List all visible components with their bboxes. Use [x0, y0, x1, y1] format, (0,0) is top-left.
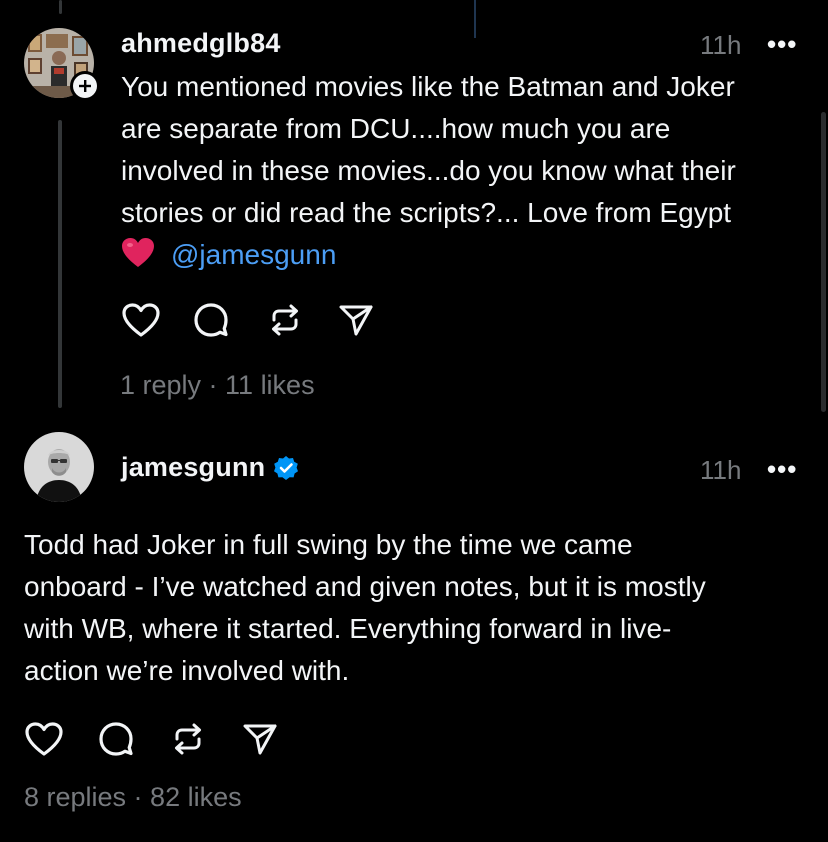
- scrollbar[interactable]: [821, 112, 826, 412]
- post-timestamp[interactable]: 11h: [700, 455, 741, 486]
- post-text-line: onboard - I’ve watched and given notes, …: [24, 571, 706, 602]
- like-button[interactable]: [118, 297, 164, 343]
- repost-icon: [272, 304, 298, 336]
- post-text-line: action we’re involved with.: [24, 655, 350, 686]
- comment-icon: [99, 722, 133, 756]
- post-text-line: involved in these movies...do you know w…: [121, 155, 736, 186]
- post-stats[interactable]: 8 replies · 82 likes: [24, 782, 242, 813]
- post-body: You mentioned movies like the Batman and…: [121, 66, 811, 276]
- share-button[interactable]: [333, 297, 379, 343]
- more-options-button[interactable]: •••: [767, 29, 797, 60]
- post-stats[interactable]: 1 reply · 11 likes: [120, 370, 315, 401]
- repost-icon: [175, 723, 201, 755]
- avatar-jamesgunn[interactable]: [24, 432, 94, 502]
- send-icon: [243, 724, 277, 755]
- username-ahmedglb84[interactable]: ahmedglb84: [121, 28, 281, 59]
- send-icon: [339, 305, 373, 336]
- post-text-line: stories or did read the scripts?... Love…: [121, 197, 732, 228]
- post-text-line: Todd had Joker in full swing by the time…: [24, 529, 633, 560]
- username-row: jamesgunn: [121, 452, 299, 483]
- repost-button[interactable]: [165, 716, 211, 762]
- verified-badge-icon: [273, 455, 299, 481]
- post-body: Todd had Joker in full swing by the time…: [24, 524, 814, 692]
- post-text-line: are separate from DCU....how much you ar…: [121, 113, 671, 144]
- reply-button[interactable]: [188, 297, 234, 343]
- heart-icon: [122, 303, 160, 337]
- plus-icon: [79, 80, 91, 92]
- thread-connector-line: [58, 120, 62, 408]
- heart-emoji: [121, 237, 157, 273]
- username-jamesgunn[interactable]: jamesgunn: [121, 452, 265, 483]
- post-text-line: You mentioned movies like the Batman and…: [121, 71, 735, 102]
- like-button[interactable]: [21, 716, 67, 762]
- reply-button[interactable]: [93, 716, 139, 762]
- heart-icon: [25, 722, 63, 756]
- post-timestamp[interactable]: 11h: [700, 30, 741, 61]
- thread-connector-top: [59, 0, 62, 14]
- repost-button[interactable]: [262, 297, 308, 343]
- mention-link[interactable]: @jamesgunn: [171, 234, 336, 276]
- follow-button[interactable]: [70, 71, 100, 101]
- comment-icon: [194, 303, 228, 337]
- divider-accent: [474, 0, 476, 38]
- post-text-line: with WB, where it started. Everything fo…: [24, 613, 672, 644]
- more-options-button[interactable]: •••: [767, 454, 797, 485]
- share-button[interactable]: [237, 716, 283, 762]
